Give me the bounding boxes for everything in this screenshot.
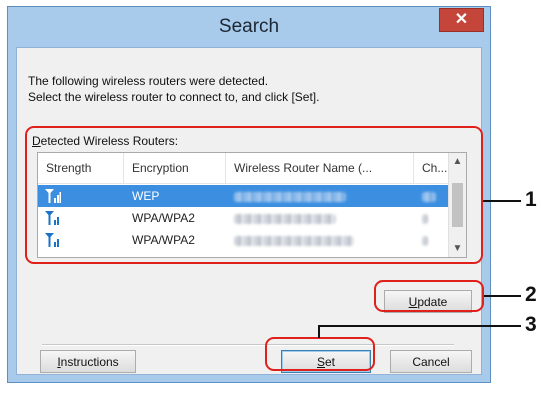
intro-text: The following wireless routers were dete… xyxy=(28,73,319,105)
callout-line-3-drop xyxy=(318,325,320,338)
callout-number-2: 2 xyxy=(525,283,537,306)
close-icon: ✕ xyxy=(454,11,469,28)
cancel-button[interactable]: Cancel xyxy=(390,350,472,373)
callout-line-1 xyxy=(483,200,521,202)
instructions-label: nstructions xyxy=(60,354,119,369)
intro-line-2: Select the wireless router to connect to… xyxy=(28,90,320,104)
callout-line-3 xyxy=(318,325,521,327)
callout-box-set xyxy=(265,337,375,371)
window-title: Search xyxy=(218,16,280,37)
callout-number-1: 1 xyxy=(525,188,537,211)
close-button[interactable]: ✕ xyxy=(439,8,484,32)
instructions-button[interactable]: Instructions xyxy=(40,350,136,373)
intro-line-1: The following wireless routers were dete… xyxy=(28,74,269,88)
callout-number-3: 3 xyxy=(525,313,537,336)
title-bar[interactable]: Search ✕ xyxy=(8,7,490,47)
callout-line-2 xyxy=(484,295,521,297)
callout-box-update xyxy=(374,280,484,312)
callout-box-router-list xyxy=(25,126,483,264)
separator-line xyxy=(42,344,454,346)
